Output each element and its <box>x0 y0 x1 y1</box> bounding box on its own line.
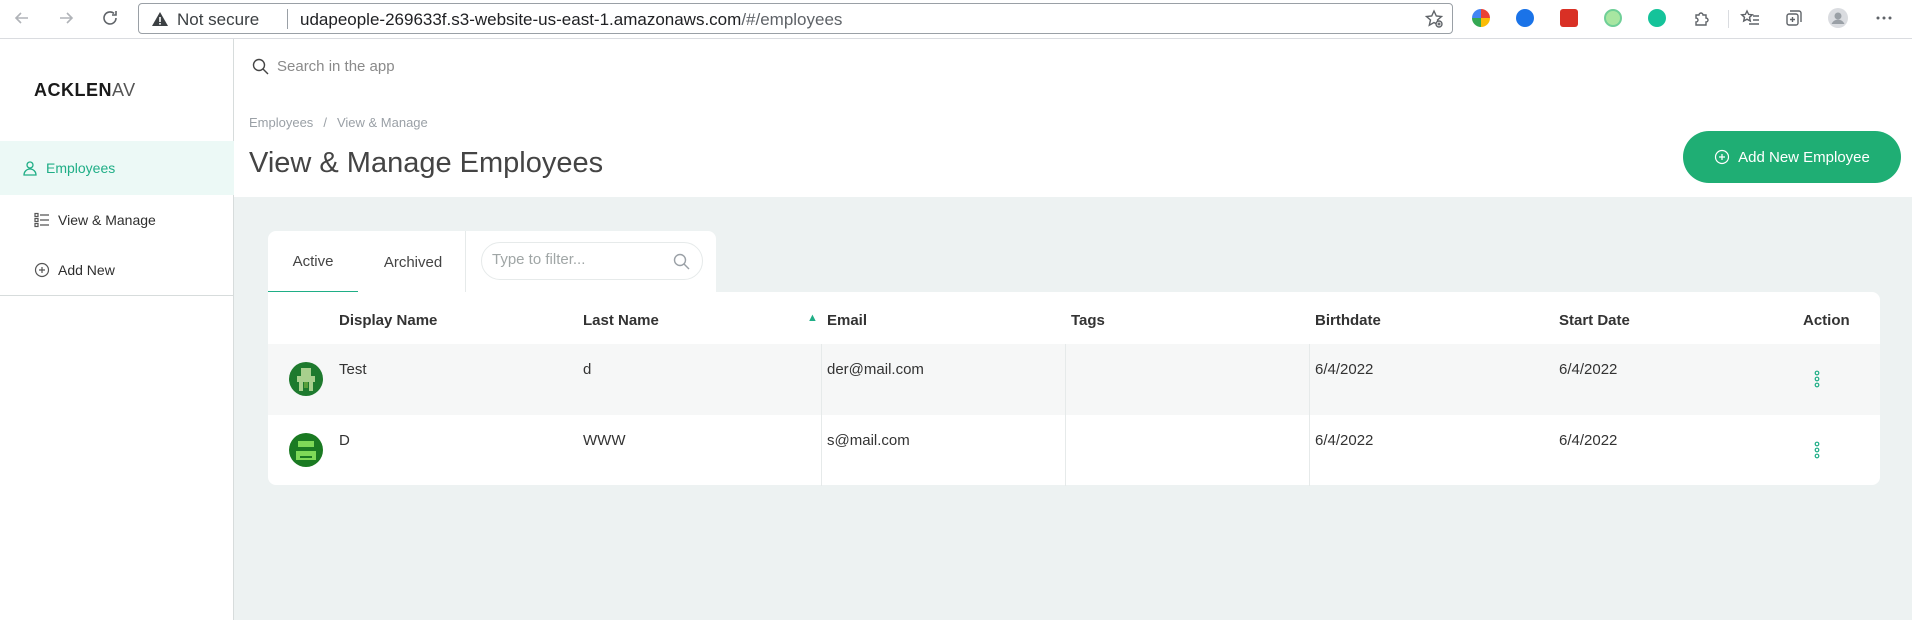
logo-text: ACKLEN <box>34 80 112 100</box>
sidebar-item-view-manage[interactable]: View & Manage <box>34 212 156 228</box>
toolbar-divider <box>1728 10 1729 28</box>
avatar <box>289 362 323 396</box>
breadcrumb-item-view-manage: View & Manage <box>336 115 428 130</box>
column-divider <box>1309 344 1310 415</box>
extension-green-icon[interactable] <box>1604 9 1622 27</box>
table-row[interactable]: Test d der@mail.com 6/4/2022 6/4/2022 <box>268 344 1880 415</box>
reload-icon[interactable] <box>98 6 122 30</box>
browser-toolbar: Not secure udapeople-269633f.s3-website-… <box>0 0 1912 39</box>
column-divider <box>821 415 822 486</box>
add-new-employee-button[interactable]: Add New Employee <box>1683 131 1901 183</box>
row-actions-icon[interactable] <box>1814 370 1820 388</box>
avatar <box>289 433 323 467</box>
sidebar-item-add-new[interactable]: Add New <box>34 262 115 278</box>
url-text: udapeople-269633f.s3-website-us-east-1.a… <box>300 10 842 30</box>
cell-birthdate: 6/4/2022 <box>1315 432 1374 449</box>
url-host: udapeople-269633f.s3-website-us-east-1.a… <box>300 10 742 29</box>
cell-start-date: 6/4/2022 <box>1559 361 1618 378</box>
extension-red-icon[interactable] <box>1560 9 1578 27</box>
sidebar-item-label: Add New <box>58 262 115 278</box>
list-icon <box>34 212 49 228</box>
back-icon[interactable] <box>10 6 34 30</box>
column-header-birthdate[interactable]: Birthdate <box>1315 312 1381 329</box>
sidebar-section-label: Employees <box>46 160 116 176</box>
favorites-list-icon[interactable] <box>1738 6 1762 30</box>
cell-last-name: d <box>583 361 592 378</box>
favorite-icon[interactable] <box>1424 9 1444 29</box>
breadcrumb: Employees / View & Manage <box>249 115 428 130</box>
extensions-puzzle-icon[interactable] <box>1690 6 1714 30</box>
sort-ascending-icon[interactable]: ▲ <box>807 312 818 324</box>
grammarly-icon[interactable] <box>1648 9 1666 27</box>
address-bar[interactable]: Not secure udapeople-269633f.s3-website-… <box>138 3 1453 34</box>
user-icon <box>23 161 37 176</box>
table-row[interactable]: D WWW s@mail.com 6/4/2022 6/4/2022 <box>268 415 1880 486</box>
column-header-last-name[interactable]: Last Name <box>583 312 659 329</box>
forward-icon[interactable] <box>54 6 78 30</box>
column-divider <box>821 344 822 415</box>
search-placeholder: Search in the app <box>277 58 395 75</box>
page-title: View & Manage Employees <box>249 147 604 179</box>
cell-email: s@mail.com <box>827 432 910 449</box>
breadcrumb-item-employees[interactable]: Employees <box>249 115 313 130</box>
cell-display-name: Test <box>339 361 367 378</box>
column-header-tags[interactable]: Tags <box>1071 312 1105 329</box>
profile-avatar-icon[interactable] <box>1826 6 1850 30</box>
page-header: Search in the app Employees / View & Manag… <box>234 39 1912 197</box>
cell-birthdate: 6/4/2022 <box>1315 361 1374 378</box>
logo-text-faded: AV <box>112 80 136 100</box>
column-header-action: Action <box>1803 312 1850 329</box>
cell-email: der@mail.com <box>827 361 924 378</box>
column-divider <box>1309 415 1310 486</box>
sidebar-item-label: View & Manage <box>58 212 156 228</box>
filter-input[interactable] <box>492 251 662 268</box>
extension-blue-icon[interactable] <box>1516 9 1534 27</box>
search-icon[interactable] <box>673 253 690 270</box>
column-header-start-date[interactable]: Start Date <box>1559 312 1630 329</box>
sidebar: ACKLENAV Employees View & Manage Add New <box>0 39 234 620</box>
address-separator <box>287 9 288 29</box>
search-icon <box>252 58 269 75</box>
plus-circle-icon <box>1715 149 1730 165</box>
column-header-display-name[interactable]: Display Name <box>339 312 437 329</box>
url-path: /#/employees <box>741 10 843 29</box>
extension-color-icon[interactable] <box>1472 9 1490 27</box>
tabs-card: Active Archived <box>268 231 716 293</box>
tab-active[interactable]: Active <box>268 231 358 293</box>
column-divider <box>1065 344 1066 415</box>
cell-start-date: 6/4/2022 <box>1559 432 1618 449</box>
row-actions-icon[interactable] <box>1814 441 1820 459</box>
plus-circle-icon <box>34 262 50 278</box>
security-label: Not secure <box>177 10 260 29</box>
tabs-separator <box>465 231 466 293</box>
column-divider <box>1065 415 1066 486</box>
main-content: Search in the app Employees / View & Manag… <box>234 39 1912 620</box>
filter-box <box>481 242 703 280</box>
sidebar-section-employees[interactable]: Employees <box>0 141 234 195</box>
sidebar-divider <box>0 295 234 296</box>
employees-table: Display Name Last Name ▲ Email Tags Birt… <box>268 292 1880 486</box>
add-button-label: Add New Employee <box>1738 148 1870 166</box>
app-logo[interactable]: ACKLENAV <box>34 80 136 101</box>
more-menu-icon[interactable] <box>1872 6 1896 30</box>
warning-icon <box>152 12 168 26</box>
column-header-email[interactable]: Email <box>827 312 867 329</box>
tab-archived[interactable]: Archived <box>368 231 458 293</box>
app-search[interactable]: Search in the app <box>252 58 395 75</box>
cell-last-name: WWW <box>583 432 626 449</box>
collections-icon[interactable] <box>1782 6 1806 30</box>
cell-display-name: D <box>339 432 350 449</box>
